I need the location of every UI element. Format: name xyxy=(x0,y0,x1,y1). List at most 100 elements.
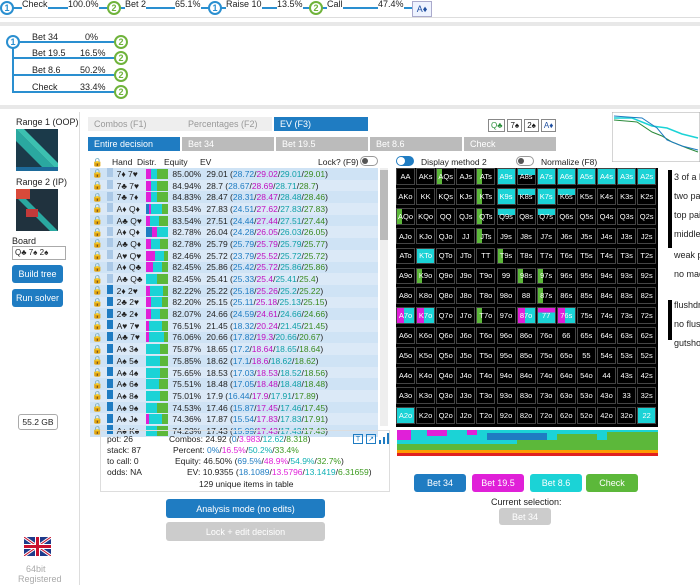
grid-cell[interactable]: K8o xyxy=(416,287,436,305)
grid-cell[interactable]: Q6s xyxy=(556,207,576,225)
grid-cell[interactable]: T7o xyxy=(476,307,496,325)
grid-cell[interactable]: 53s xyxy=(617,347,637,364)
action-bet34-button[interactable]: Bet 34 xyxy=(414,474,466,492)
grid-cell[interactable]: J5o xyxy=(456,347,476,364)
table-row[interactable]: 🔒 A♥ 7♥ 76.51% 21.45 (18.32/20.24/21.45/21.… xyxy=(90,319,378,332)
table-row[interactable]: 🔒 A♥ Q♥ 82.46% 25.72 (23.79/25.52/25.72/25.… xyxy=(90,249,378,262)
grid-cell[interactable]: Q4s xyxy=(597,207,616,225)
grid-cell[interactable]: Q3o xyxy=(436,386,456,404)
grid-cell[interactable]: Q6o xyxy=(436,327,456,344)
lock-icon[interactable]: 🔒 xyxy=(92,297,103,307)
board-input[interactable]: Q♣ 7♠ 2♠ xyxy=(12,246,66,260)
grid-cell[interactable]: AKs xyxy=(416,168,436,185)
lock-icon[interactable]: 🔒 xyxy=(92,168,103,178)
tree-child-node[interactable]: 2 xyxy=(114,85,128,99)
grid-cell[interactable]: K8s xyxy=(516,187,536,205)
grid-cell[interactable]: TT xyxy=(476,247,496,265)
grid-cell[interactable]: K5o xyxy=(416,347,436,364)
grid-cell[interactable]: Q9s xyxy=(496,207,516,225)
lock-icon[interactable]: 🔒 xyxy=(92,274,103,284)
lock-icon[interactable]: 🔒 xyxy=(92,250,103,260)
header-ev[interactable]: EV xyxy=(200,157,211,167)
grid-cell[interactable]: 33 xyxy=(617,386,637,404)
grid-cell[interactable]: K6o xyxy=(416,327,436,344)
table-row[interactable]: 🔒 A♠ 8♠ 75.01% 17.9 (16.44/17.9/17.91/17.89… xyxy=(90,390,378,402)
grid-cell[interactable]: T4o xyxy=(476,367,496,384)
normalize-toggle[interactable] xyxy=(516,156,534,166)
grid-cell[interactable]: K5s xyxy=(576,187,596,205)
action-check-button[interactable]: Check xyxy=(586,474,638,492)
lock-icon[interactable]: 🔒 xyxy=(92,379,103,389)
grid-cell[interactable]: 72o xyxy=(536,406,556,424)
grid-cell[interactable]: A9s xyxy=(496,168,516,185)
grid-cell[interactable]: 96o xyxy=(496,327,516,344)
table-scrollbar[interactable] xyxy=(380,168,388,426)
grid-cell[interactable]: 83o xyxy=(516,386,536,404)
category-item[interactable]: no flusl xyxy=(674,319,700,329)
table-row[interactable]: 🔒 A♦ Q♦ 83.54% 27.83 (24.51/27.62/27.83/27.… xyxy=(90,203,378,215)
grid-cell[interactable]: A7o xyxy=(396,307,415,325)
current-selection-button[interactable]: Bet 34 xyxy=(499,508,551,525)
lock-icon[interactable]: 🔒 xyxy=(92,262,103,272)
grid-cell[interactable]: 64s xyxy=(597,327,616,344)
action-bet195-button[interactable]: Bet 19.5 xyxy=(472,474,524,492)
grid-cell[interactable]: K7s xyxy=(536,187,556,205)
grid-cell[interactable]: K4o xyxy=(416,367,436,384)
grid-cell[interactable]: T4s xyxy=(597,247,616,265)
grid-cell[interactable]: 82s xyxy=(637,287,657,305)
grid-cell[interactable]: ATo xyxy=(396,247,415,265)
grid-cell[interactable]: T9o xyxy=(476,267,496,285)
grid-cell[interactable]: 43s xyxy=(617,367,637,384)
grid-cell[interactable]: JJ xyxy=(456,227,476,245)
bar-chart-icon[interactable] xyxy=(379,433,389,444)
grid-cell[interactable]: A9o xyxy=(396,267,415,285)
grid-cell[interactable]: A8o xyxy=(396,287,415,305)
grid-cell[interactable]: JTs xyxy=(476,227,496,245)
grid-cell[interactable]: A4o xyxy=(396,367,415,384)
tree-child-node[interactable]: 2 xyxy=(114,35,128,49)
subtab-entire-decision[interactable]: Entire decision xyxy=(88,137,180,151)
grid-cell[interactable]: A4s xyxy=(597,168,616,185)
lock-icon[interactable]: 🔒 xyxy=(92,344,103,354)
grid-cell[interactable]: 52s xyxy=(637,347,657,364)
grid-cell[interactable]: 64o xyxy=(556,367,576,384)
grid-cell[interactable]: Q2s xyxy=(637,207,657,225)
equity-curve-chart[interactable] xyxy=(612,112,700,162)
grid-cell[interactable]: KJo xyxy=(416,227,436,245)
grid-cell[interactable]: 54s xyxy=(597,347,616,364)
lock-icon[interactable]: 🔒 xyxy=(92,192,103,202)
grid-cell[interactable]: 22 xyxy=(637,406,657,424)
grid-cell[interactable]: AJo xyxy=(396,227,415,245)
text-export-icon[interactable]: T xyxy=(353,434,363,444)
grid-cell[interactable]: 32o xyxy=(617,406,637,424)
grid-cell[interactable]: 65o xyxy=(556,347,576,364)
grid-cell[interactable]: Q7s xyxy=(536,207,556,225)
lock-icon[interactable]: 🔒 xyxy=(92,238,103,248)
table-row[interactable]: 🔒 A♣ Q♣ 82.45% 25.41 (25.33/25.4/25.41/25.4… xyxy=(90,273,378,285)
grid-cell[interactable]: K2o xyxy=(416,406,436,424)
grid-cell[interactable]: 92o xyxy=(496,406,516,424)
grid-cell[interactable]: J3o xyxy=(456,386,476,404)
grid-cell[interactable]: Q9o xyxy=(436,267,456,285)
grid-cell[interactable]: 95o xyxy=(496,347,516,364)
grid-cell[interactable]: 73s xyxy=(617,307,637,325)
category-item[interactable]: flushdr xyxy=(674,300,700,310)
grid-cell[interactable]: A3o xyxy=(396,386,415,404)
grid-cell[interactable]: 63s xyxy=(617,327,637,344)
grid-cell[interactable]: 86o xyxy=(516,327,536,344)
subtab-bet86[interactable]: Bet 8.6 xyxy=(370,137,462,151)
grid-cell[interactable]: J7o xyxy=(456,307,476,325)
grid-cell[interactable]: Q5s xyxy=(576,207,596,225)
lock-icon[interactable]: 🔒 xyxy=(92,414,103,424)
grid-cell[interactable]: 94s xyxy=(597,267,616,285)
subtab-check[interactable]: Check xyxy=(464,137,556,151)
grid-cell[interactable]: J7s xyxy=(536,227,556,245)
grid-cell[interactable]: 76s xyxy=(556,307,576,325)
grid-cell[interactable]: 53o xyxy=(576,386,596,404)
grid-cell[interactable]: 84o xyxy=(516,367,536,384)
lock-icon[interactable]: 🔒 xyxy=(92,203,103,213)
lock-icon[interactable]: 🔒 xyxy=(92,367,103,377)
grid-cell[interactable]: K6s xyxy=(556,187,576,205)
grid-cell[interactable]: T5o xyxy=(476,347,496,364)
grid-cell[interactable]: K3o xyxy=(416,386,436,404)
